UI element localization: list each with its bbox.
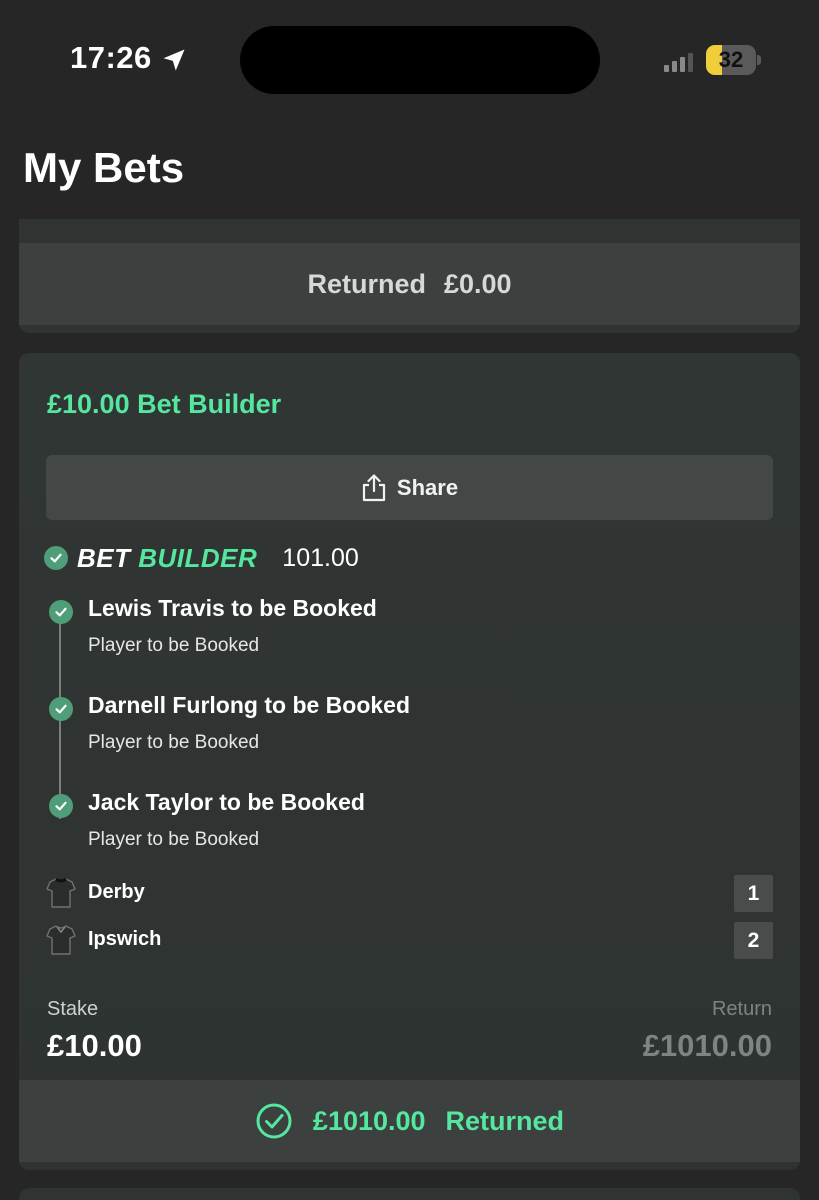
stake-label: Stake: [47, 998, 99, 1020]
bet-legs: Lewis Travis to be Booked Player to be B…: [19, 593, 800, 884]
bet-card[interactable]: £10.00 Bet Builder Share BET BUILDER 101…: [19, 353, 800, 1170]
check-circle-icon: [44, 546, 68, 570]
bet-leg: Lewis Travis to be Booked Player to be B…: [19, 593, 800, 690]
location-arrow-icon: [163, 49, 185, 71]
check-circle-icon: [49, 794, 73, 818]
status-time: 17:26: [70, 40, 152, 75]
leg-market: Player to be Booked: [88, 635, 260, 656]
leg-title: Darnell Furlong to be Booked: [88, 692, 411, 718]
dynamic-island: [240, 26, 600, 94]
returned-amount: £1010.00: [312, 1105, 426, 1136]
leg-market: Player to be Booked: [88, 732, 260, 753]
previous-bet-card[interactable]: Returned £0.00: [19, 219, 800, 333]
shirt-icon: [46, 877, 76, 908]
signal-icon: [664, 50, 700, 72]
shirt-icon: [46, 925, 76, 955]
returned-label: Returned: [445, 1105, 565, 1136]
check-circle-icon: [49, 697, 73, 721]
battery-level: 32: [718, 47, 744, 72]
share-button[interactable]: Share: [46, 455, 773, 520]
bet-leg: Darnell Furlong to be Booked Player to b…: [19, 690, 800, 787]
bet-leg: Jack Taylor to be Booked Player to be Bo…: [19, 787, 800, 884]
leg-market: Player to be Booked: [88, 829, 260, 850]
bet-builder-word1: BET: [77, 542, 131, 573]
bet-odds: 101.00: [282, 543, 359, 572]
page-title: My Bets: [23, 144, 185, 191]
team-row-home: Derby 1: [46, 875, 773, 915]
bet-builder-word2: BUILDER: [138, 542, 258, 573]
battery-icon: 32: [706, 45, 756, 75]
team-name: Ipswich: [88, 928, 162, 950]
previous-returned-bar: Returned £0.00: [19, 243, 800, 325]
leg-title: Jack Taylor to be Booked: [88, 789, 365, 815]
bet-builder-logo: BET BUILDER: [77, 543, 257, 574]
previous-returned-amount: £0.00: [443, 268, 512, 299]
bet-builder-header: BET BUILDER 101.00: [44, 543, 359, 573]
returned-result-bar: £1010.00 Returned: [19, 1080, 800, 1162]
check-circle-icon: [256, 1103, 292, 1139]
team-row-away: Ipswich 2: [46, 922, 773, 962]
bet-title: £10.00 Bet Builder: [47, 389, 282, 419]
return-label: Return: [711, 998, 772, 1020]
stake-value: £10.00: [47, 1028, 142, 1063]
team-name: Derby: [88, 881, 145, 903]
team-score: 2: [734, 922, 773, 959]
my-bets-screen: 17:26 32 My Bets Returned £0.00 £10.00 B…: [0, 0, 819, 1200]
check-circle-icon: [49, 600, 73, 624]
share-icon: [362, 473, 386, 501]
previous-returned-label: Returned: [307, 268, 426, 299]
battery-cap: [757, 55, 761, 65]
leg-title: Lewis Travis to be Booked: [88, 595, 377, 621]
next-bet-card[interactable]: [19, 1188, 800, 1200]
return-value: £1010.00: [642, 1028, 772, 1063]
team-score: 1: [734, 875, 773, 912]
share-label: Share: [396, 474, 459, 500]
